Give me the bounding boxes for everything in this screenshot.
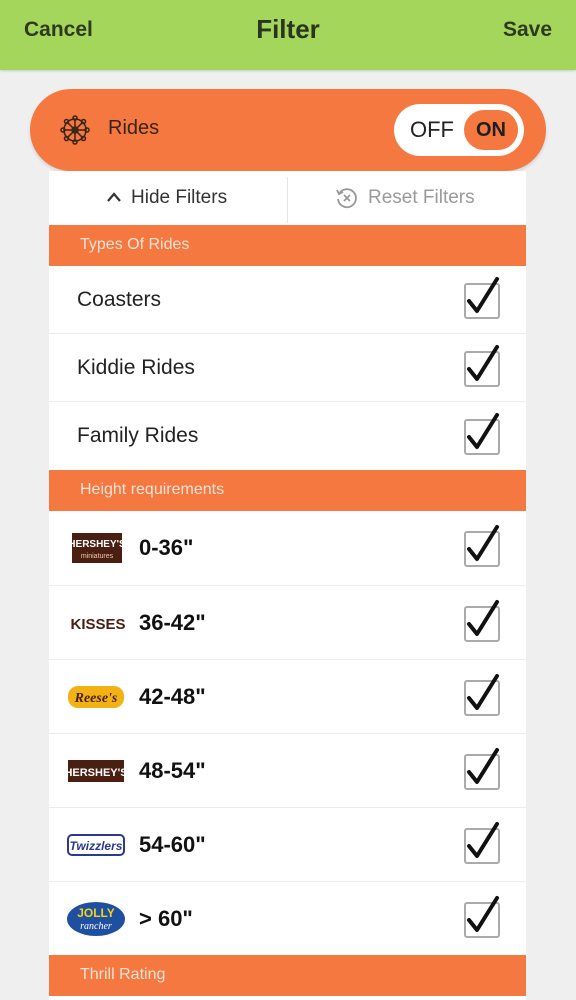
svg-text:KISSES: KISSES <box>70 616 125 633</box>
section-title: Height requirements <box>80 481 225 498</box>
section-title: Thrill Rating <box>80 966 166 983</box>
checkmark-icon <box>467 345 499 381</box>
rides-category-pill[interactable]: Rides OFF ON <box>30 89 546 171</box>
height-label: 48-54" <box>139 758 206 783</box>
height-label: 36-42" <box>139 610 206 635</box>
ride-type-label: Family Rides <box>77 424 199 447</box>
ferris-wheel-icon <box>60 115 90 145</box>
ride-type-row-family[interactable]: Family Rides <box>49 402 526 469</box>
checkbox[interactable] <box>464 674 500 716</box>
svg-text:HERSHEY'S: HERSHEY'S <box>66 767 126 779</box>
hersheys-logo: HERSHEY'S <box>66 760 126 782</box>
height-label: 42-48" <box>139 684 206 709</box>
save-button[interactable]: Save <box>503 18 552 42</box>
hide-filters-button[interactable]: Hide Filters <box>49 171 287 225</box>
height-row-36-42[interactable]: KISSES 36-42" <box>49 586 526 660</box>
section-header-thrill: Thrill Rating <box>49 955 526 996</box>
cancel-button[interactable]: Cancel <box>24 18 93 42</box>
filter-panel: Hide Filters Reset Filters Types Of Ride… <box>49 171 526 1000</box>
checkbox[interactable] <box>464 896 500 938</box>
reset-filters-button[interactable]: Reset Filters <box>288 171 526 225</box>
checkmark-icon <box>467 674 499 710</box>
section-header-types: Types Of Rides <box>49 225 526 266</box>
reset-icon <box>336 188 357 209</box>
ride-type-row-coasters[interactable]: Coasters <box>49 266 526 334</box>
checkbox[interactable] <box>464 600 500 642</box>
height-row-48-54[interactable]: HERSHEY'S 48-54" <box>49 734 526 808</box>
hide-filters-label: Hide Filters <box>131 187 228 208</box>
checkmark-icon <box>467 525 499 561</box>
checkmark-icon <box>467 600 499 636</box>
svg-text:Twizzlers: Twizzlers <box>70 839 123 853</box>
checkbox[interactable] <box>464 277 500 319</box>
hersheys-miniatures-logo: HERSHEY'S miniatures <box>68 533 126 563</box>
height-row-over-60[interactable]: JOLLY rancher > 60" <box>49 882 526 955</box>
checkbox[interactable] <box>464 525 500 567</box>
height-row-54-60[interactable]: Twizzlers 54-60" <box>49 808 526 882</box>
toggle-on-label: ON <box>464 110 518 150</box>
toggle-off-label: OFF <box>410 117 454 142</box>
svg-text:JOLLY: JOLLY <box>77 906 115 920</box>
checkmark-icon <box>467 277 499 313</box>
height-row-0-36[interactable]: HERSHEY'S miniatures 0-36" <box>49 511 526 586</box>
reeses-logo: Reese's <box>68 686 124 708</box>
svg-text:Reese's: Reese's <box>74 691 118 706</box>
svg-text:HERSHEY'S: HERSHEY'S <box>68 539 126 550</box>
checkmark-icon <box>467 748 499 784</box>
ride-type-row-kiddie[interactable]: Kiddie Rides <box>49 334 526 402</box>
checkbox[interactable] <box>464 413 500 455</box>
height-row-42-48[interactable]: Reese's 42-48" <box>49 660 526 734</box>
rides-label: Rides <box>108 117 160 139</box>
checkmark-icon <box>467 822 499 858</box>
checkbox[interactable] <box>464 345 500 387</box>
height-label: 54-60" <box>139 832 206 857</box>
kisses-logo: KISSES <box>70 616 125 633</box>
height-label: > 60" <box>139 906 193 931</box>
svg-text:rancher: rancher <box>80 921 112 932</box>
jolly-rancher-logo: JOLLY rancher <box>67 902 125 936</box>
ride-type-label: Coasters <box>77 288 162 311</box>
checkbox[interactable] <box>464 822 500 864</box>
reset-filters-label: Reset Filters <box>368 187 475 208</box>
section-header-height: Height requirements <box>49 470 526 511</box>
checkmark-icon <box>467 413 499 449</box>
height-label: 0-36" <box>139 535 194 560</box>
svg-text:miniatures: miniatures <box>81 553 114 560</box>
twizzlers-logo: Twizzlers <box>67 834 125 856</box>
rides-toggle[interactable]: OFF ON <box>394 104 524 156</box>
filter-actions-bar: Hide Filters Reset Filters <box>49 171 526 226</box>
checkbox[interactable] <box>464 748 500 790</box>
header-bar: Cancel Filter Save <box>0 0 576 70</box>
checkmark-icon <box>467 896 499 932</box>
section-title: Types Of Rides <box>80 236 190 253</box>
ride-type-label: Kiddie Rides <box>77 356 195 379</box>
chevron-up-icon <box>107 192 121 202</box>
